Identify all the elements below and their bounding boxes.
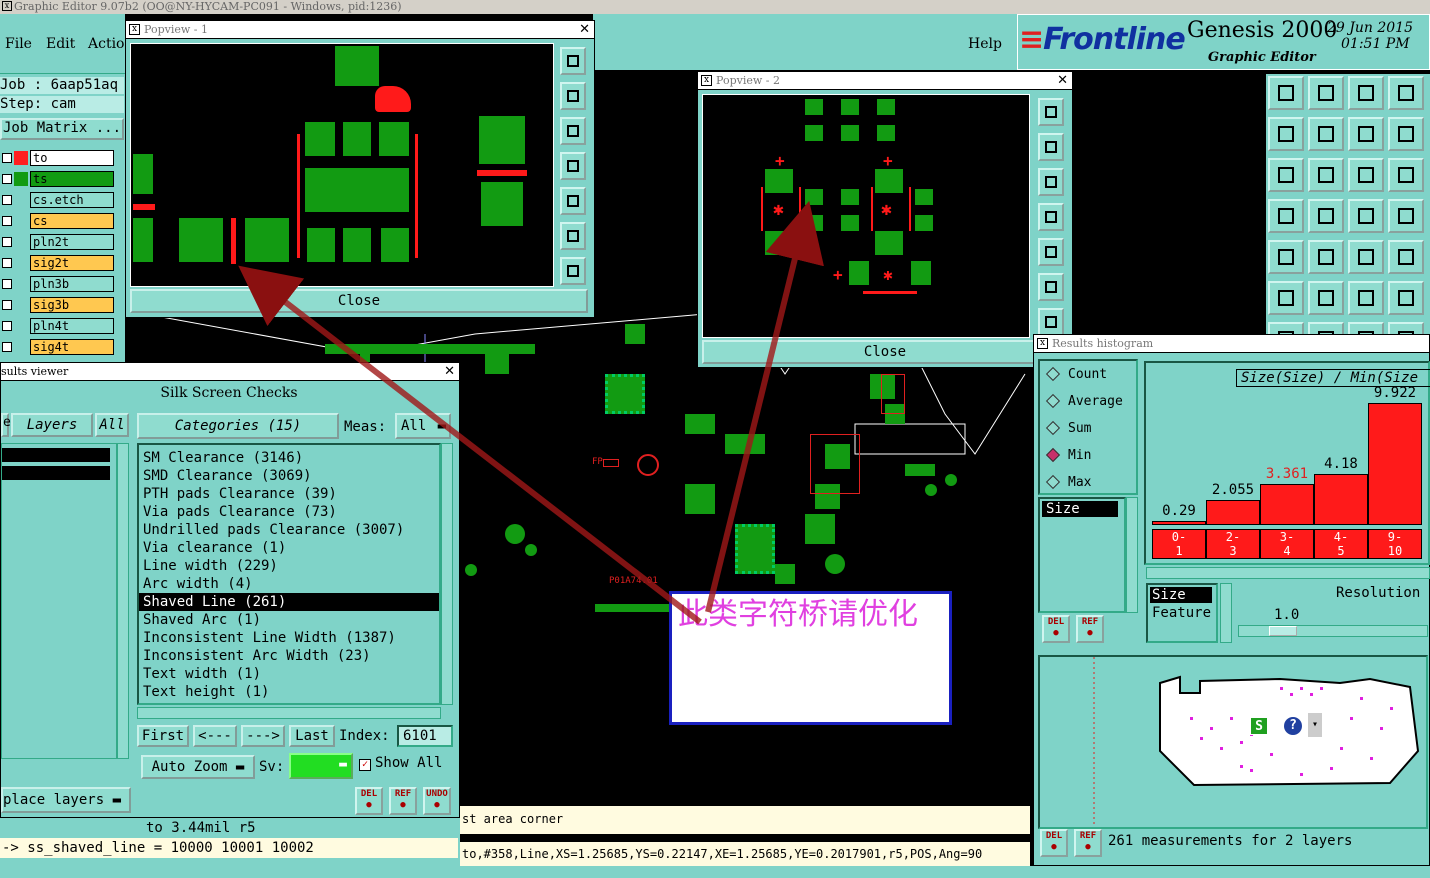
- histogram-options: Count Average Sum Min Max: [1038, 359, 1138, 495]
- histogram-bucket-label: 3- 4: [1260, 529, 1314, 559]
- histogram-bar-value: 2.055: [1211, 481, 1255, 498]
- histogram-bar[interactable]: [1314, 473, 1368, 525]
- histogram-option-average[interactable]: Average: [1040, 388, 1136, 415]
- histogram-bar-value: 0.29: [1162, 503, 1196, 520]
- histogram-option-count[interactable]: Count: [1040, 361, 1136, 388]
- histogram-bucket-label: 2- 3: [1206, 529, 1260, 559]
- del-button[interactable]: DEL ●: [1042, 615, 1070, 643]
- histogram-bar[interactable]: [1260, 483, 1314, 525]
- bucket-range-start: 0-: [1171, 530, 1187, 544]
- ref-button[interactable]: REF ●: [1074, 829, 1102, 857]
- resolution-slider[interactable]: [1238, 625, 1428, 637]
- histogram-bar[interactable]: [1152, 521, 1206, 525]
- bucket-range-start: 9-: [1387, 530, 1403, 544]
- chart-hscrollbar[interactable]: [1146, 567, 1430, 579]
- bucket-range-start: 3-: [1279, 530, 1295, 544]
- board-preview[interactable]: S ? ▾: [1038, 655, 1428, 829]
- slider-thumb[interactable]: [1269, 626, 1297, 636]
- arrow-to-popview-2: [705, 200, 824, 613]
- histogram-option-min[interactable]: Min: [1040, 442, 1136, 469]
- arrow-to-popview-1: [238, 265, 702, 625]
- histogram-bar-value: 9.922: [1373, 385, 1417, 401]
- bucket-range-end: 3: [1229, 544, 1237, 558]
- bucket-range-end: 10: [1387, 544, 1403, 558]
- histogram-bucket-label: 4- 5: [1314, 529, 1368, 559]
- histogram-titlebar: x Results histogram: [1034, 335, 1429, 353]
- window-icon: x: [1037, 338, 1048, 349]
- histogram-list[interactable]: Size: [1038, 497, 1126, 613]
- histogram-bar[interactable]: [1368, 403, 1422, 525]
- board-preview-svg: [1093, 657, 1420, 827]
- s-icon[interactable]: S: [1250, 717, 1268, 735]
- resolution-value: 1.0: [1274, 607, 1300, 623]
- histogram-chart: Size(Size) / Min(Size 0.29 0- 1 2.055 2- 3 3.3…: [1144, 361, 1430, 565]
- help-icon[interactable]: ?: [1284, 717, 1302, 735]
- feature-item[interactable]: Feature: [1148, 605, 1216, 621]
- size-feature-scrollbar[interactable]: [1220, 583, 1232, 643]
- histogram-bar-value: 3.361: [1265, 465, 1309, 482]
- bucket-range-end: 1: [1175, 544, 1183, 558]
- size-feature-list[interactable]: Size Feature: [1146, 583, 1218, 643]
- histogram-list-header: Size: [1042, 501, 1118, 517]
- resolution-label: Resolution: [1336, 585, 1421, 601]
- histogram-bar-value: 4.18: [1324, 455, 1358, 472]
- histogram-summary: 261 measurements for 2 layers: [1108, 833, 1353, 849]
- bucket-range-start: 4-: [1333, 530, 1349, 544]
- bucket-range-end: 5: [1337, 544, 1345, 558]
- histogram-bucket-label: 9- 10: [1368, 529, 1422, 559]
- histogram-title: Results histogram: [1052, 337, 1154, 350]
- size-item[interactable]: Size: [1150, 587, 1212, 603]
- histogram-bar[interactable]: [1206, 499, 1260, 525]
- chevron-down-icon[interactable]: ▾: [1308, 713, 1322, 737]
- ref-button[interactable]: REF ●: [1076, 615, 1104, 643]
- bucket-range-end: 4: [1283, 544, 1291, 558]
- histogram-bucket-label: 0- 1: [1152, 529, 1206, 559]
- histogram-window: x Results histogram Count Average Sum Min Ma…: [1033, 334, 1430, 866]
- histogram-option-max[interactable]: Max: [1040, 469, 1136, 496]
- del-button[interactable]: DEL ●: [1040, 829, 1068, 857]
- histogram-list-scrollbar[interactable]: [1126, 497, 1138, 613]
- bucket-range-start: 2-: [1225, 530, 1241, 544]
- histogram-option-sum[interactable]: Sum: [1040, 415, 1136, 442]
